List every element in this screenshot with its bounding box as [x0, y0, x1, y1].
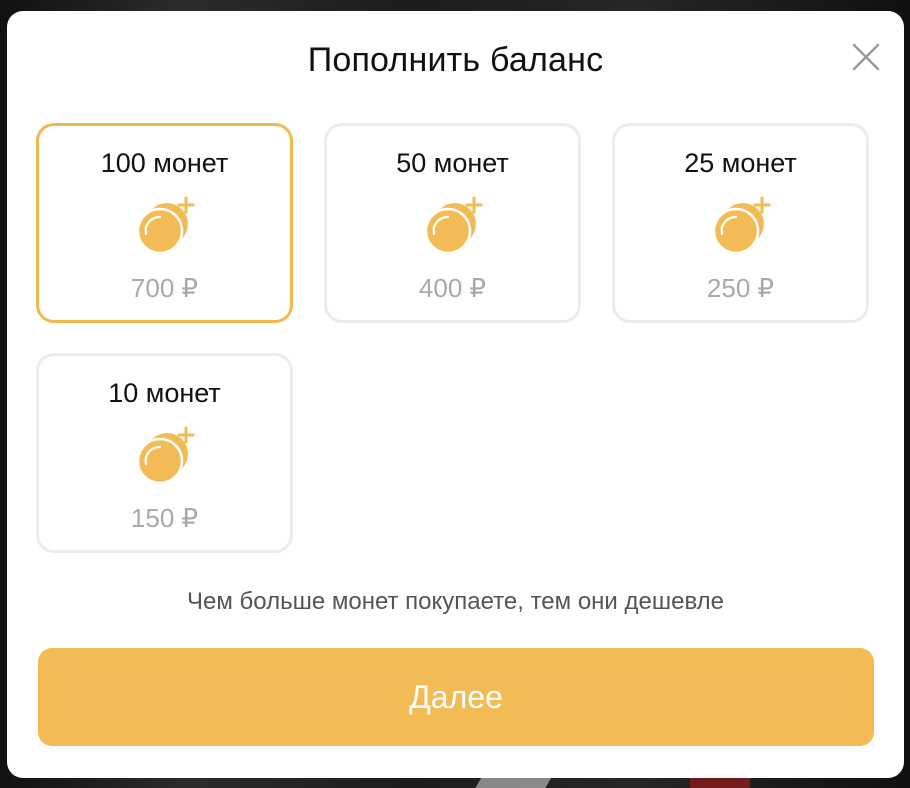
next-button[interactable]: Далее [38, 648, 874, 746]
package-coins-label: 10 монет [108, 378, 221, 408]
close-button[interactable] [850, 41, 882, 73]
package-card-10[interactable]: 10 монет 150 ₽ [36, 353, 293, 553]
package-price: 250 ₽ [706, 273, 775, 303]
package-coins-label: 25 монет [684, 148, 797, 178]
coins-plus-icon [708, 196, 774, 258]
package-price: 150 ₽ [130, 503, 199, 533]
package-coins-label: 100 монет [100, 148, 229, 178]
top-up-modal: Пополнить баланс 100 монет 700 ₽ 50 моне… [7, 11, 904, 778]
package-card-100[interactable]: 100 монет 700 ₽ [36, 123, 293, 323]
coins-plus-icon [420, 196, 486, 258]
package-card-50[interactable]: 50 монет 400 ₽ [324, 123, 581, 323]
coins-plus-icon [132, 196, 198, 258]
package-card-25[interactable]: 25 монет 250 ₽ [612, 123, 869, 323]
package-price: 400 ₽ [418, 273, 487, 303]
modal-title: Пополнить баланс [307, 41, 604, 79]
close-icon [852, 43, 880, 71]
pricing-hint: Чем больше монет покупаете, тем они деше… [187, 588, 724, 615]
coins-plus-icon [132, 426, 198, 488]
package-price: 700 ₽ [130, 273, 199, 303]
package-coins-label: 50 монет [396, 148, 509, 178]
